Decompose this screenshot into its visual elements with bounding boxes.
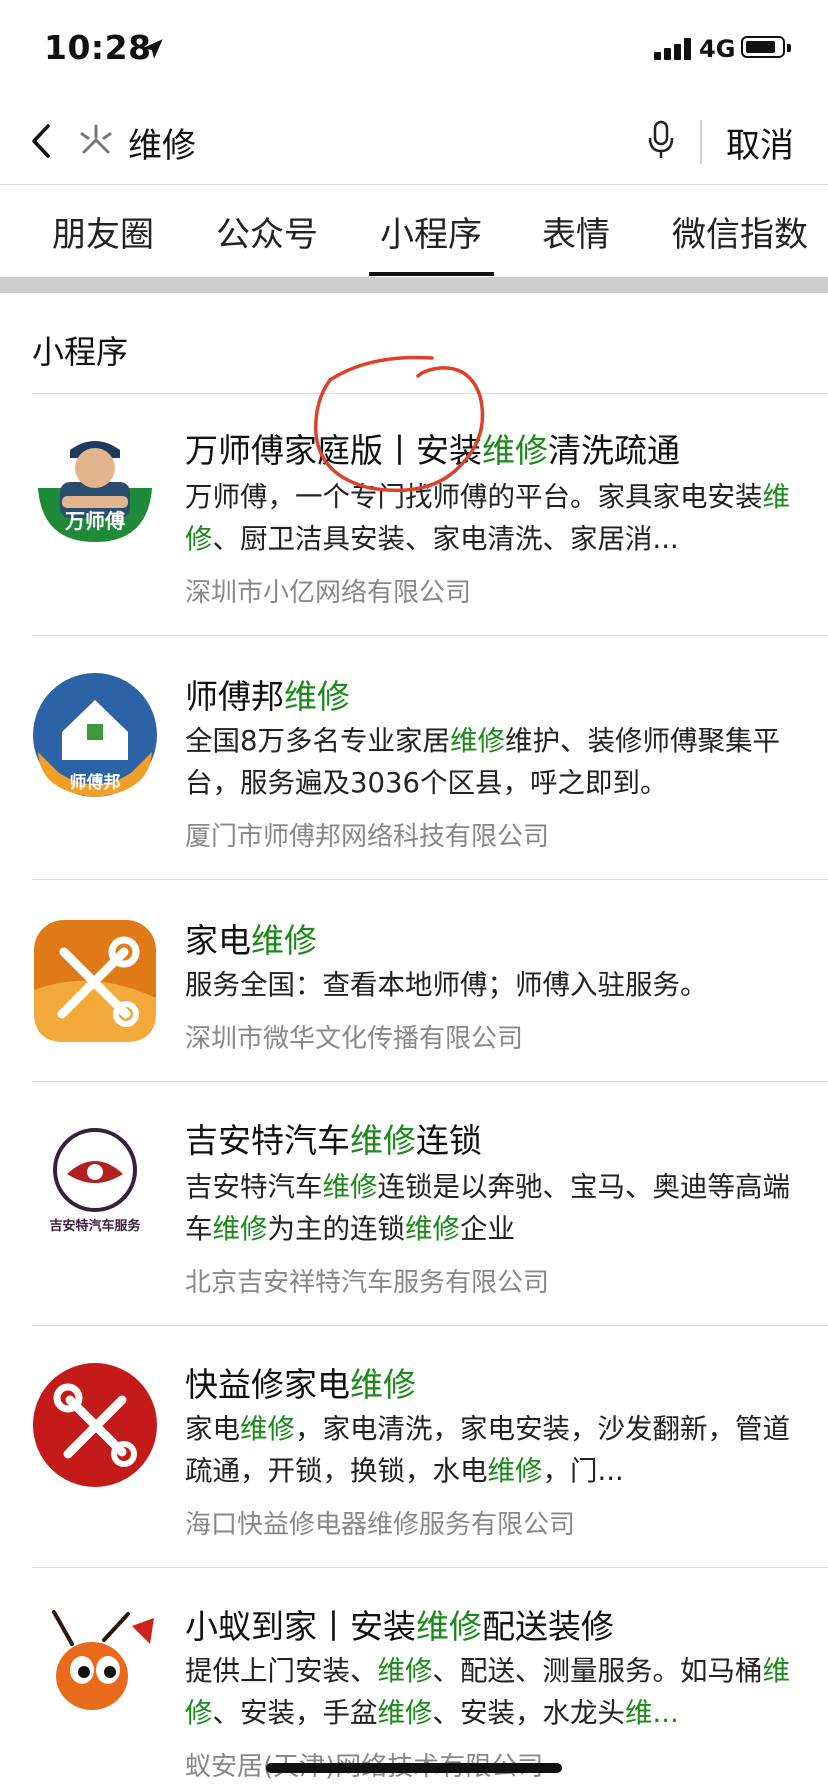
result-title: 吉安特汽车维修连锁 [185,1121,482,1160]
result-item[interactable]: 快益修家电维修 家电维修，家电清洗，家电安装，沙发翻新，管道疏通，开锁，换锁，水… [0,1326,828,1568]
mic-icon[interactable] [646,118,676,162]
status-time: 10:28 [44,28,152,67]
signal-icon [654,38,694,60]
jiante-logo-icon: 吉安特汽车服务 [49,1128,141,1234]
result-item[interactable]: 小蚁到家丨安装维修配送装修 提供上门安装、维修、配送、测量服务。如马桶维修、安装… [0,1568,828,1792]
result-item[interactable]: 师傅邦 师傅邦维修 全国8万多名专业家居维修维护、装修师傅聚集平台，服务遍及30… [0,636,828,880]
tab-selected-indicator [369,272,494,276]
result-company: 厦门市师傅邦网络科技有限公司 [185,822,550,852]
logo-text: 师傅邦 [70,772,121,793]
back-icon[interactable] [26,120,56,162]
search-bar: 维修 取消 [0,98,828,185]
tab-moments[interactable]: 朋友圈 [52,207,154,256]
result-description: 全国8万多名专业家居维修维护、装修师傅聚集平台，服务遍及3036个区县，呼之即到… [185,725,780,799]
status-bar: 10:28 4G [0,0,828,98]
result-company: 北京吉安祥特汽车服务有限公司 [185,1268,550,1298]
result-item[interactable]: 吉安特汽车服务 吉安特汽车维修连锁 吉安特汽车维修连锁是以奔驰、宝马、奥迪等高端… [0,1082,828,1326]
network-type: 4G [699,35,736,63]
category-tabs: 朋友圈 公众号 小程序 表情 微信指数 [0,185,828,277]
shifubang-logo-icon: 师傅邦 [33,673,157,797]
kuaiyixiu-logo-icon [33,1363,157,1487]
divider [0,277,828,293]
result-description: 万师傅，一个专门找师傅的平台。家具家电安装维修、厨卫洁具安装、家电清洗、家居消.… [185,481,790,555]
section-title: 小程序 [32,333,129,371]
logo-text: 万师傅 [64,509,125,533]
result-company: 海口快益修电器维修服务有限公司 [185,1510,576,1540]
result-description: 家电维修，家电清洗，家电安装，沙发翻新，管道疏通，开锁，换锁，水电维修，门... [185,1413,790,1487]
result-title: 快益修家电维修 [185,1365,416,1404]
tab-official-accounts[interactable]: 公众号 [216,207,318,256]
result-company: 深圳市小亿网络有限公司 [185,578,472,608]
result-title: 万师傅家庭版丨安装维修清洗疏通 [185,431,680,470]
logo-text: 吉安特汽车服务 [49,1218,141,1234]
ant-logo-icon [52,1610,154,1710]
appliance-repair-logo-icon [34,920,156,1042]
location-arrow-icon [143,39,163,59]
result-title: 家电维修 [185,921,317,960]
battery-icon [741,36,791,58]
result-item[interactable]: 家电维修 服务全国：查看本地师傅；师傅入驻服务。 深圳市微华文化传播有限公司 [0,880,828,1082]
separator [700,120,702,164]
result-description: 服务全国：查看本地师傅；师傅入驻服务。 [185,969,708,1001]
result-company: 深圳市微华文化传播有限公司 [185,1024,524,1054]
result-item[interactable]: 万师傅 万师傅家庭版丨安装维修清洗疏通 万师傅，一个专门找师傅的平台。家具家电安… [0,394,828,636]
result-description: 吉安特汽车维修连锁是以奔驰、宝马、奥迪等高端车维修为主的连锁维修企业 [185,1171,790,1245]
wanshifu-logo-icon: 万师傅 [38,441,152,542]
tab-stickers[interactable]: 表情 [542,207,610,256]
result-description: 提供上门安装、维修、配送、测量服务。如马桶维修、安装，手盆维修、安装，水龙头维.… [185,1655,790,1729]
result-title: 小蚁到家丨安装维修配送装修 [185,1607,614,1646]
search-icon [80,124,112,154]
home-indicator[interactable] [266,1763,562,1773]
tab-mini-programs[interactable]: 小程序 [380,207,482,256]
search-input[interactable]: 维修 [128,118,196,167]
tab-wechat-index[interactable]: 微信指数 [672,207,808,256]
cancel-button[interactable]: 取消 [726,118,794,167]
result-title: 师傅邦维修 [185,677,350,716]
